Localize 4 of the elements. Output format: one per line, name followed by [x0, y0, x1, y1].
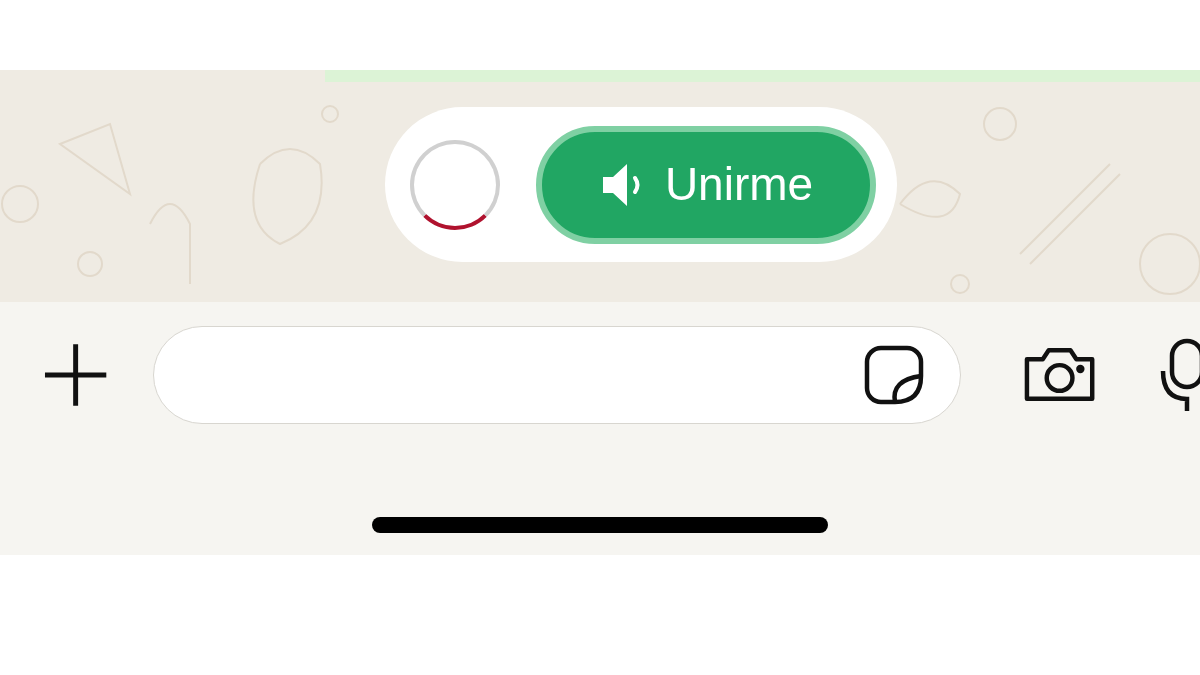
- join-button[interactable]: Unirme: [536, 125, 876, 244]
- sticker-icon[interactable]: [862, 343, 925, 406]
- microphone-icon[interactable]: [1160, 336, 1200, 413]
- plus-icon[interactable]: [43, 341, 109, 408]
